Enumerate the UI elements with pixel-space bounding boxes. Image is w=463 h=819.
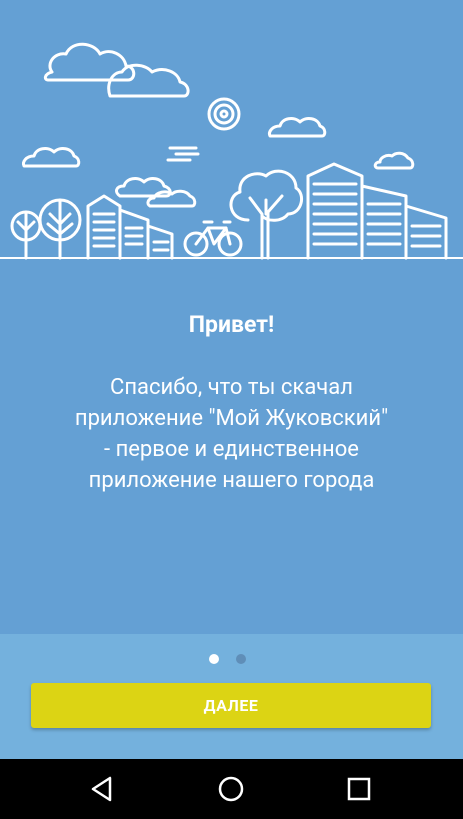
page-indicator-dot-active[interactable] (209, 654, 219, 664)
recents-icon[interactable] (343, 773, 375, 805)
system-navigation-bar (0, 759, 463, 819)
home-icon[interactable] (215, 773, 247, 805)
page-indicator-dot[interactable] (236, 654, 246, 664)
next-button[interactable]: ДАЛЕЕ (31, 683, 431, 728)
welcome-screen: Привет! Спасибо, что ты скачал приложени… (0, 0, 463, 819)
bottom-panel: ДАЛЕЕ (0, 634, 463, 759)
back-icon[interactable] (86, 773, 118, 805)
city-illustration (0, 42, 463, 260)
welcome-message: Спасибо, что ты скачал приложение "Мой Ж… (74, 375, 389, 493)
welcome-title: Привет! (188, 311, 275, 338)
